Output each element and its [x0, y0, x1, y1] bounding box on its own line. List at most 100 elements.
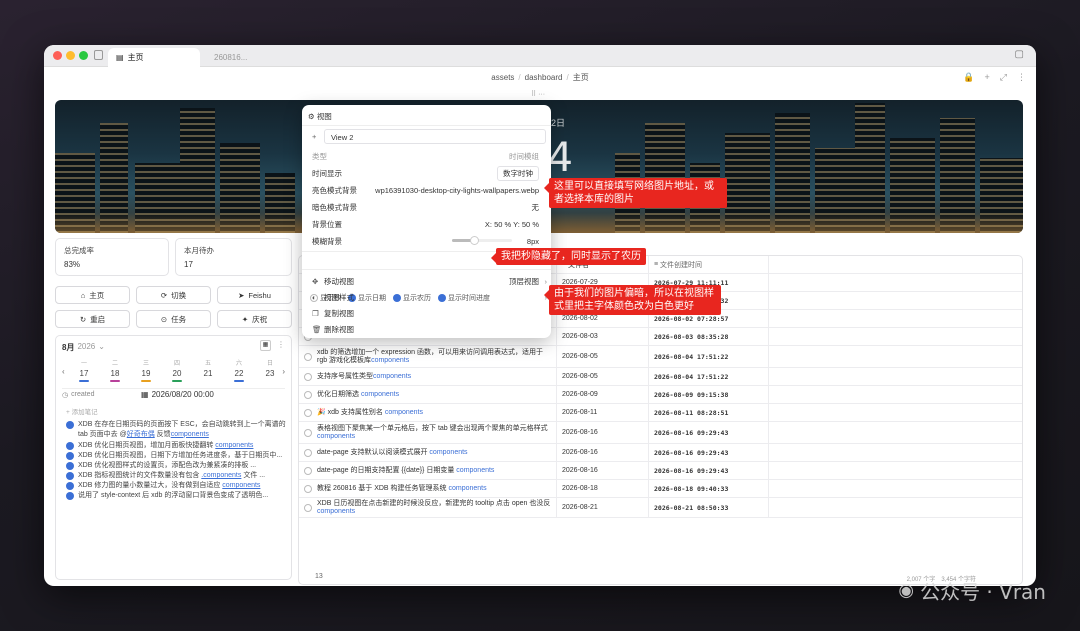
task-item[interactable]: XDB 修力图的量小数量过大，没有做到自适应 components	[66, 481, 286, 491]
close-window-button[interactable]	[53, 51, 62, 60]
table-row[interactable]: XDB 日历视图在点击新建的时候没反应，新建完的 tooltip 点击 open…	[299, 498, 1022, 518]
table-row[interactable]: xdb 的筛选增加一个 expression 函数，可以用来访问调用表达式，适用…	[299, 346, 1022, 368]
popup-menu-item[interactable]: ❐ 复制视图	[312, 305, 543, 321]
blur-slider[interactable]	[452, 236, 512, 245]
check-icon[interactable]	[66, 442, 74, 450]
popup-menu-item[interactable]: ✥ 移动视图 顶层视图 ›	[312, 273, 547, 289]
task-button[interactable]: ⊙ 任务	[136, 310, 211, 328]
check-icon[interactable]	[66, 421, 74, 429]
task-item[interactable]: XDB 优化日期页视图，增加月面板快捷翻转 components	[66, 441, 286, 451]
checkbox-icon[interactable]	[304, 466, 312, 475]
chevron-right-icon: ›	[544, 276, 548, 286]
task-item[interactable]: XDB 优化视图样式的设置页，添配色改为兼紧凑的排板 ...	[66, 461, 286, 471]
task-item[interactable]: 说用了 style-context 后 xdb 的浮动窗口背景色变成了透明色..…	[66, 491, 286, 501]
checkbox-icon[interactable]	[304, 352, 312, 361]
task-link[interactable]: components	[222, 482, 260, 489]
component-link[interactable]: components	[317, 433, 355, 440]
view-handle-icon[interactable]: ⠿ ···	[531, 90, 545, 98]
checkbox-icon[interactable]	[304, 390, 312, 399]
popup-setting-row[interactable]: 暗色模式背景无	[312, 200, 543, 215]
calendar-day[interactable]: 五 21	[198, 358, 218, 382]
popup-menu-item[interactable]: 🗑 删除视图	[312, 321, 543, 337]
table-row[interactable]: 表格视图下聚焦某一个单元格后，按下 tab 键会出现两个聚焦的单元格样式comp…	[299, 422, 1022, 444]
task-link[interactable]: components	[171, 431, 209, 438]
table-row[interactable]: 教程 260816 基于 XDB 构建任务管理系统 components 2026…	[299, 480, 1022, 498]
minimize-window-button[interactable]	[66, 51, 75, 60]
calendar-day[interactable]: 一 17	[74, 358, 94, 382]
task-item[interactable]: XDB 在存在日期页码的页面按下 ESC，会自动跳转到上一个离谱的 tab 页面…	[66, 420, 286, 439]
popup-setting-row[interactable]: 时间显示 数字时钟	[312, 166, 543, 181]
created-date-field[interactable]: ▦ 2026/08/20 00:00	[141, 390, 214, 399]
table-row[interactable]: date-page 支持默认以阅读模式展开 components 2026-08-…	[299, 444, 1022, 462]
task-item[interactable]: XDB 指标视图统计的文件数量没有包含 .components 文件 ...	[66, 471, 286, 481]
switch-button[interactable]: ⟳ 切换	[136, 286, 211, 304]
popup-menu-item[interactable]: ◐视图样式›	[312, 289, 547, 305]
split-icon[interactable]: ⤢	[1000, 72, 1007, 83]
calendar-icon[interactable]: ▦	[260, 340, 271, 351]
checkbox-icon[interactable]	[304, 408, 312, 417]
tab-bar: ▤ 主页 260816... ▢	[44, 45, 1036, 67]
celebrate-button[interactable]: ✦ 庆祝	[217, 310, 292, 328]
task-link[interactable]: 好奇布偶	[127, 431, 155, 438]
file-icon: ▤	[116, 53, 124, 62]
calendar-month-selector[interactable]: 8月 2026 ⌄	[62, 342, 105, 353]
check-icon[interactable]	[66, 492, 74, 500]
tab-other[interactable]: 260816...	[206, 48, 296, 67]
checkbox-icon[interactable]	[304, 484, 312, 493]
restart-button[interactable]: ↻ 重启	[55, 310, 130, 328]
table-row[interactable]: date-page 的日期支持配置 {{date}} 日期变量 componen…	[299, 462, 1022, 480]
check-icon[interactable]	[66, 462, 74, 470]
component-link[interactable]: components	[448, 485, 486, 492]
move-icon: ✥	[312, 276, 319, 286]
add-view-icon[interactable]: +	[312, 132, 316, 141]
calendar-day[interactable]: 日 23	[260, 358, 280, 382]
more-icon[interactable]: ⋮	[1017, 72, 1026, 83]
table-row[interactable]: 支持序号属性类型components 2026-08-05 2026-08-04 1…	[299, 368, 1022, 386]
switch-icon: ⟳	[160, 290, 168, 300]
table-row[interactable]: 优化日期筛选 components 2026-08-09 2026-08-09 09…	[299, 386, 1022, 404]
lock-icon[interactable]: 🔒	[963, 72, 974, 83]
calendar-day[interactable]: 四 20	[167, 358, 187, 382]
next-week-icon[interactable]: ›	[282, 367, 285, 376]
popup-setting-row[interactable]: 亮色模式背景 wp16391030-desktop-city-lights-wal…	[312, 183, 543, 198]
calendar-day[interactable]: 三 19	[136, 358, 156, 382]
task-link[interactable]: .components	[201, 472, 241, 479]
header-created-time[interactable]: ≡ 文件创建时间	[649, 256, 769, 273]
more-icon[interactable]: ⋮	[277, 340, 285, 349]
checkbox-icon[interactable]	[304, 428, 312, 437]
check-icon[interactable]	[66, 472, 74, 480]
view-name-input[interactable]: View 2	[324, 129, 546, 144]
maximize-window-button[interactable]	[79, 51, 88, 60]
component-link[interactable]: components	[373, 373, 411, 380]
component-link[interactable]: components	[317, 508, 355, 515]
component-link[interactable]: components	[371, 357, 409, 364]
check-icon[interactable]	[66, 482, 74, 490]
tab-list-icon[interactable]: ▢	[1015, 49, 1024, 60]
tab-home[interactable]: ▤ 主页	[108, 48, 200, 67]
checkbox-icon[interactable]	[304, 503, 312, 512]
component-link[interactable]: components	[361, 391, 399, 398]
breadcrumb-home[interactable]: 主页	[573, 72, 589, 83]
home-button[interactable]: ⌂ 主页	[55, 286, 130, 304]
restart-icon: ↻	[79, 314, 87, 324]
calendar-day[interactable]: 二 18	[105, 358, 125, 382]
task-item[interactable]: XDB 优化日期页视图，日期下方增加任务进度条，基于日期页中...	[66, 451, 286, 461]
prev-week-icon[interactable]: ‹	[62, 367, 65, 376]
component-link[interactable]: components	[429, 449, 467, 456]
check-icon[interactable]	[66, 452, 74, 460]
table-row[interactable]: 🎉 xdb 支持属性别名 components 2026-08-11 2026-08…	[299, 404, 1022, 422]
breadcrumb-assets[interactable]: assets	[491, 73, 514, 82]
component-link[interactable]: components	[385, 409, 423, 416]
sidebar-toggle-icon[interactable]	[94, 50, 103, 60]
calendar-day[interactable]: 六 22	[229, 358, 249, 382]
task-link[interactable]: components	[215, 442, 253, 449]
add-icon[interactable]: +	[985, 72, 990, 82]
add-note-link[interactable]: + 添加笔记	[66, 406, 98, 416]
popup-setting-row[interactable]: 背景位置 X: 50 % Y: 50 %	[312, 217, 543, 232]
popup-setting-row[interactable]: 类型 时间模组	[312, 149, 543, 164]
checkbox-icon[interactable]	[304, 372, 312, 381]
feishu-button[interactable]: ➤ Feishu	[217, 286, 292, 304]
breadcrumb-dashboard[interactable]: dashboard	[525, 73, 563, 82]
component-link[interactable]: components	[456, 467, 494, 474]
checkbox-icon[interactable]	[304, 448, 312, 457]
